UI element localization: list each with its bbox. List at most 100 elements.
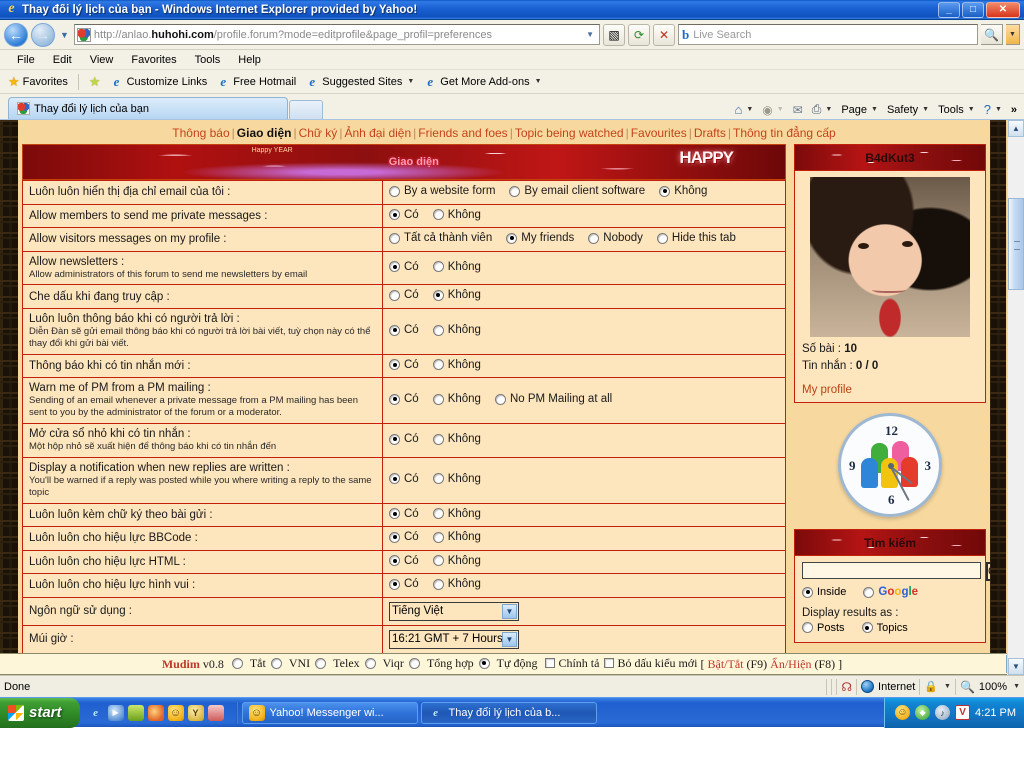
nav-favourites[interactable]: Favourites: [631, 126, 687, 140]
radio-icon[interactable]: [432, 473, 444, 485]
nav-chu-ky[interactable]: Chữ ký: [299, 126, 338, 140]
radio-option[interactable]: Có: [389, 359, 419, 371]
radio-icon[interactable]: [389, 324, 400, 336]
radio-icon[interactable]: [432, 324, 444, 336]
nav-topic-being-watched[interactable]: Topic being watched: [515, 126, 624, 140]
quicklaunch-yahoo-messenger-icon[interactable]: ☺: [167, 704, 184, 721]
radio-option[interactable]: Có: [389, 531, 419, 543]
forum-search-input[interactable]: [802, 562, 981, 580]
forward-button[interactable]: →: [31, 22, 55, 47]
add-to-favorites-bar-button[interactable]: ★: [87, 75, 103, 88]
radio-option[interactable]: Có: [389, 261, 419, 273]
address-bar[interactable]: http://anlao.huhohi.com/profile.forum?mo…: [73, 24, 600, 45]
radio-icon[interactable]: [802, 586, 813, 598]
browser-tab-active[interactable]: Thay đổi lý lịch của bạn: [8, 97, 288, 119]
radio-icon[interactable]: [506, 232, 518, 244]
chevron-down-icon[interactable]: ▼: [1011, 683, 1020, 690]
radio-icon[interactable]: [389, 289, 400, 301]
radio-icon[interactable]: [270, 657, 282, 669]
checkbox-icon[interactable]: [545, 658, 556, 669]
quicklaunch-shield-icon[interactable]: [127, 704, 144, 721]
page-vertical-scrollbar[interactable]: ▲ ▼: [1007, 120, 1024, 675]
mudim-checkbox-option[interactable]: Bỏ dấu kiểu mới: [604, 656, 697, 671]
tray-clock[interactable]: 4:21 PM: [975, 707, 1016, 719]
zoom-level-label[interactable]: 100%: [979, 681, 1007, 693]
radio-icon[interactable]: [389, 578, 400, 590]
tray-network-icon[interactable]: ◆: [915, 705, 931, 720]
minimize-button[interactable]: _: [938, 1, 960, 18]
mudim-mode-option[interactable]: VNI: [270, 656, 310, 671]
menu-item-file[interactable]: File: [8, 52, 44, 68]
radio-option[interactable]: Không: [432, 578, 481, 590]
favbar-item-suggested-sites[interactable]: e Suggested Sites ▼: [303, 75, 416, 89]
radio-option[interactable]: Có: [389, 433, 419, 445]
quicklaunch-ie-icon[interactable]: e: [88, 705, 104, 721]
chevron-down-icon[interactable]: ▼: [942, 683, 951, 690]
chevron-down-icon[interactable]: ▼: [869, 106, 878, 113]
radio-option[interactable]: Không: [432, 324, 481, 336]
radio-option[interactable]: Không: [432, 433, 481, 445]
search-scope-inside[interactable]: Inside: [802, 586, 846, 598]
search-go-button[interactable]: Go: [986, 562, 990, 582]
radio-icon[interactable]: [389, 232, 400, 244]
radio-option[interactable]: Tất cả thành viên: [389, 232, 492, 244]
radio-option[interactable]: By email client software: [509, 185, 645, 197]
chevron-down-icon[interactable]: ▼: [993, 106, 1002, 113]
compatibility-view-icon[interactable]: ▧: [603, 23, 625, 46]
radio-option[interactable]: Nobody: [588, 232, 643, 244]
select-wrapper[interactable]: 16:21 GMT + 7 Hours ▼: [389, 629, 519, 649]
radio-icon[interactable]: [389, 185, 400, 197]
live-search-input[interactable]: b Live Search: [678, 24, 978, 45]
new-tab-button[interactable]: [289, 100, 323, 119]
radio-icon[interactable]: [432, 578, 444, 590]
hotkey-toggle-label[interactable]: Bật/Tắt: [707, 657, 743, 671]
hotkey-hide-label[interactable]: Ẩn/Hiện: [770, 657, 811, 671]
chevron-down-icon[interactable]: ▼: [823, 106, 832, 113]
radio-option[interactable]: Không: [432, 508, 481, 520]
radio-icon[interactable]: [588, 232, 600, 244]
tray-volume-icon[interactable]: ♪: [935, 705, 951, 720]
radio-option[interactable]: Không: [432, 261, 481, 273]
address-dropdown-icon[interactable]: ▼: [583, 30, 597, 39]
mudim-mode-option[interactable]: Telex: [315, 656, 360, 671]
display-results-posts[interactable]: Posts: [802, 622, 845, 634]
menu-item-view[interactable]: View: [81, 52, 123, 68]
radio-icon[interactable]: [389, 261, 400, 273]
select-wrapper[interactable]: Tiếng Việt ▼: [389, 601, 519, 621]
radio-icon[interactable]: [432, 433, 444, 445]
recent-pages-dropdown-icon[interactable]: ▼: [58, 30, 71, 40]
menu-item-edit[interactable]: Edit: [44, 52, 81, 68]
chevron-down-icon[interactable]: ▼: [405, 78, 414, 85]
taskbar-item-yahoo-messenger[interactable]: ☺ Yahoo! Messenger wi...: [241, 701, 418, 724]
my-profile-link[interactable]: My profile: [802, 384, 978, 396]
mudim-checkbox-option[interactable]: Chính tả: [545, 656, 599, 671]
radio-option[interactable]: Có: [389, 324, 419, 336]
radio-icon[interactable]: [432, 359, 444, 371]
display-results-topics[interactable]: Topics: [861, 622, 908, 634]
radio-icon[interactable]: [408, 657, 420, 669]
radio-option[interactable]: Không: [432, 555, 481, 567]
start-button[interactable]: start: [0, 697, 80, 728]
tools-menu-button[interactable]: Tools ▼: [935, 103, 978, 117]
tray-unikey-icon[interactable]: V: [955, 705, 971, 720]
radio-icon[interactable]: [315, 657, 327, 669]
radio-option[interactable]: Có: [389, 393, 419, 405]
radio-option[interactable]: My friends: [506, 232, 574, 244]
quicklaunch-media-player-icon[interactable]: ▶: [107, 704, 124, 721]
radio-icon[interactable]: [389, 508, 400, 519]
favbar-item-customize-links[interactable]: e Customize Links: [108, 75, 210, 89]
chevron-down-icon[interactable]: ▼: [744, 106, 753, 113]
radio-option[interactable]: Không: [432, 209, 481, 221]
stop-icon[interactable]: ✕: [653, 23, 675, 46]
radio-icon[interactable]: [432, 531, 444, 543]
checkbox-icon[interactable]: [604, 658, 615, 669]
quicklaunch-show-desktop-icon[interactable]: [207, 704, 224, 721]
nav-anh-dai-dien[interactable]: Ảnh đại diện: [344, 126, 411, 140]
chevron-down-icon[interactable]: ▼: [920, 106, 929, 113]
radio-icon[interactable]: [656, 232, 668, 244]
radio-option[interactable]: Có: [389, 578, 419, 590]
radio-option[interactable]: Không: [432, 473, 481, 485]
home-button[interactable]: ⌂ ▼: [731, 101, 756, 118]
radio-icon[interactable]: [861, 622, 873, 634]
radio-option[interactable]: Có: [389, 289, 419, 301]
